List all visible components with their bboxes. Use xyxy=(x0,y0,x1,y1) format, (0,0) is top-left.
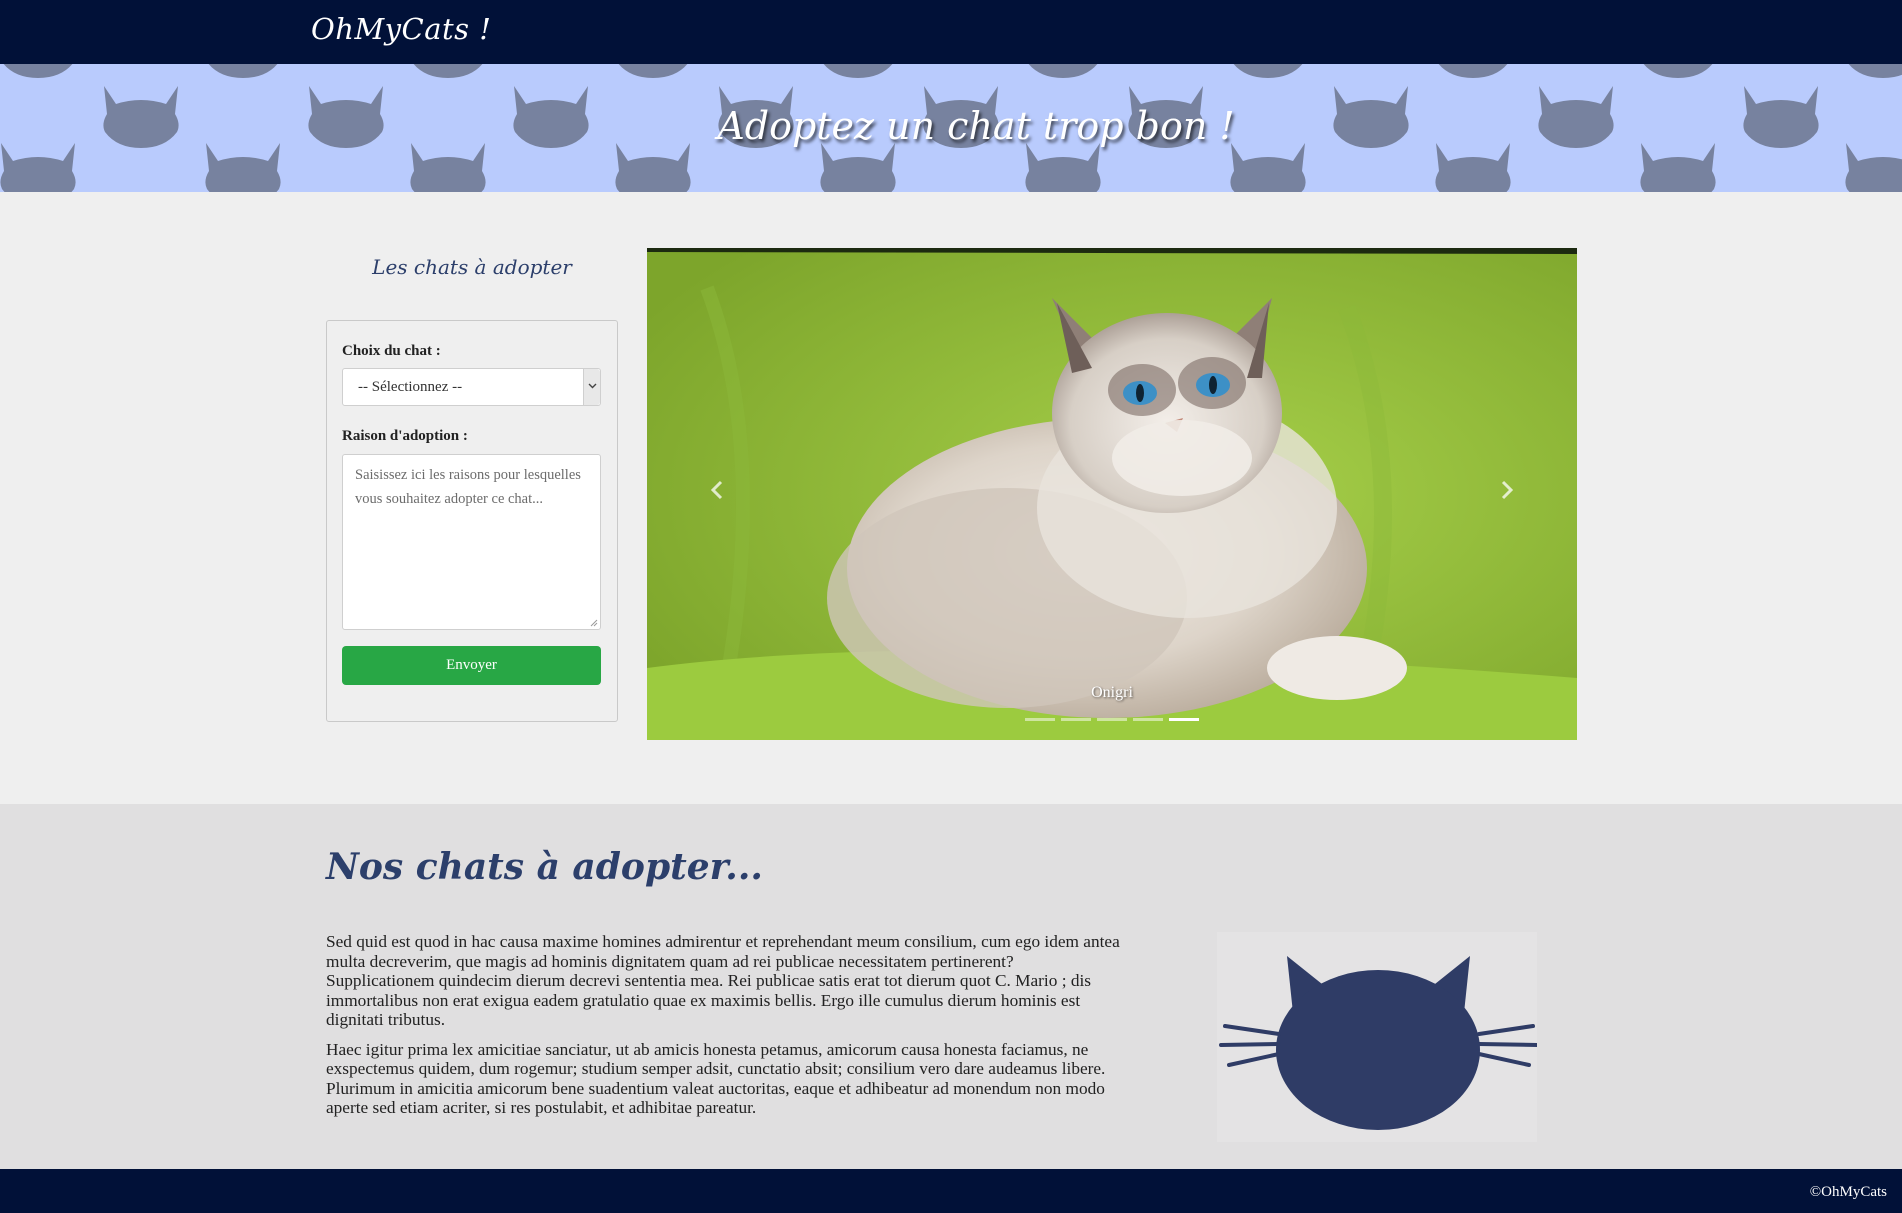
carousel-indicator[interactable] xyxy=(1025,718,1055,721)
about-section: Nos chats à adopter... Sed quid est quod… xyxy=(0,804,1902,1169)
reason-label: Raison d'adoption : xyxy=(342,428,468,444)
reason-placeholder: Saisissez ici les raisons pour lesquelle… xyxy=(355,467,581,507)
cat-select-label: Choix du chat : xyxy=(342,343,441,359)
main-section: Les chats à adopter Choix du chat : -- S… xyxy=(0,192,1902,804)
about-title: Nos chats à adopter... xyxy=(326,846,763,888)
footer: ©OhMyCats xyxy=(0,1169,1902,1213)
copyright: ©OhMyCats xyxy=(1809,1184,1887,1200)
carousel-indicator[interactable] xyxy=(1061,718,1091,721)
sidebar-title: Les chats à adopter xyxy=(372,255,572,279)
carousel-caption: Onigri xyxy=(1091,684,1133,701)
about-paragraph: Sed quid est quod in hac causa maxime ho… xyxy=(326,932,1120,1029)
hero-banner: Adoptez un chat trop bon ! xyxy=(0,64,1902,192)
adoption-form: Choix du chat : -- Sélectionnez -- Raiso… xyxy=(326,320,618,722)
cat-select[interactable]: -- Sélectionnez -- xyxy=(342,368,601,406)
carousel-indicator-active[interactable] xyxy=(1169,718,1199,721)
chevron-left-icon[interactable] xyxy=(697,470,737,510)
hero-title: Adoptez un chat trop bon ! xyxy=(717,104,1235,148)
chevron-down-icon[interactable] xyxy=(583,369,600,405)
carousel-indicator[interactable] xyxy=(1097,718,1127,721)
cat-select-value: -- Sélectionnez -- xyxy=(358,379,463,395)
cat-carousel[interactable]: Onigri xyxy=(647,248,1577,740)
about-paragraph: Haec igitur prima lex amicitiae sanciatu… xyxy=(326,1039,1106,1118)
chevron-right-icon[interactable] xyxy=(1487,470,1527,510)
about-text: Sed quid est quod in hac causa maxime ho… xyxy=(326,932,1124,1128)
navbar: OhMyCats ! xyxy=(0,0,1902,64)
brand-logo[interactable]: OhMyCats ! xyxy=(311,12,491,46)
resize-grip-icon[interactable] xyxy=(590,619,598,627)
cat-face-icon xyxy=(1219,956,1539,1130)
reason-textarea[interactable]: Saisissez ici les raisons pour lesquelle… xyxy=(342,454,601,630)
carousel-cat-photo xyxy=(647,248,1577,740)
submit-button[interactable]: Envoyer xyxy=(342,646,601,685)
cat-illustration xyxy=(1217,932,1539,1142)
carousel-indicator[interactable] xyxy=(1133,718,1163,721)
